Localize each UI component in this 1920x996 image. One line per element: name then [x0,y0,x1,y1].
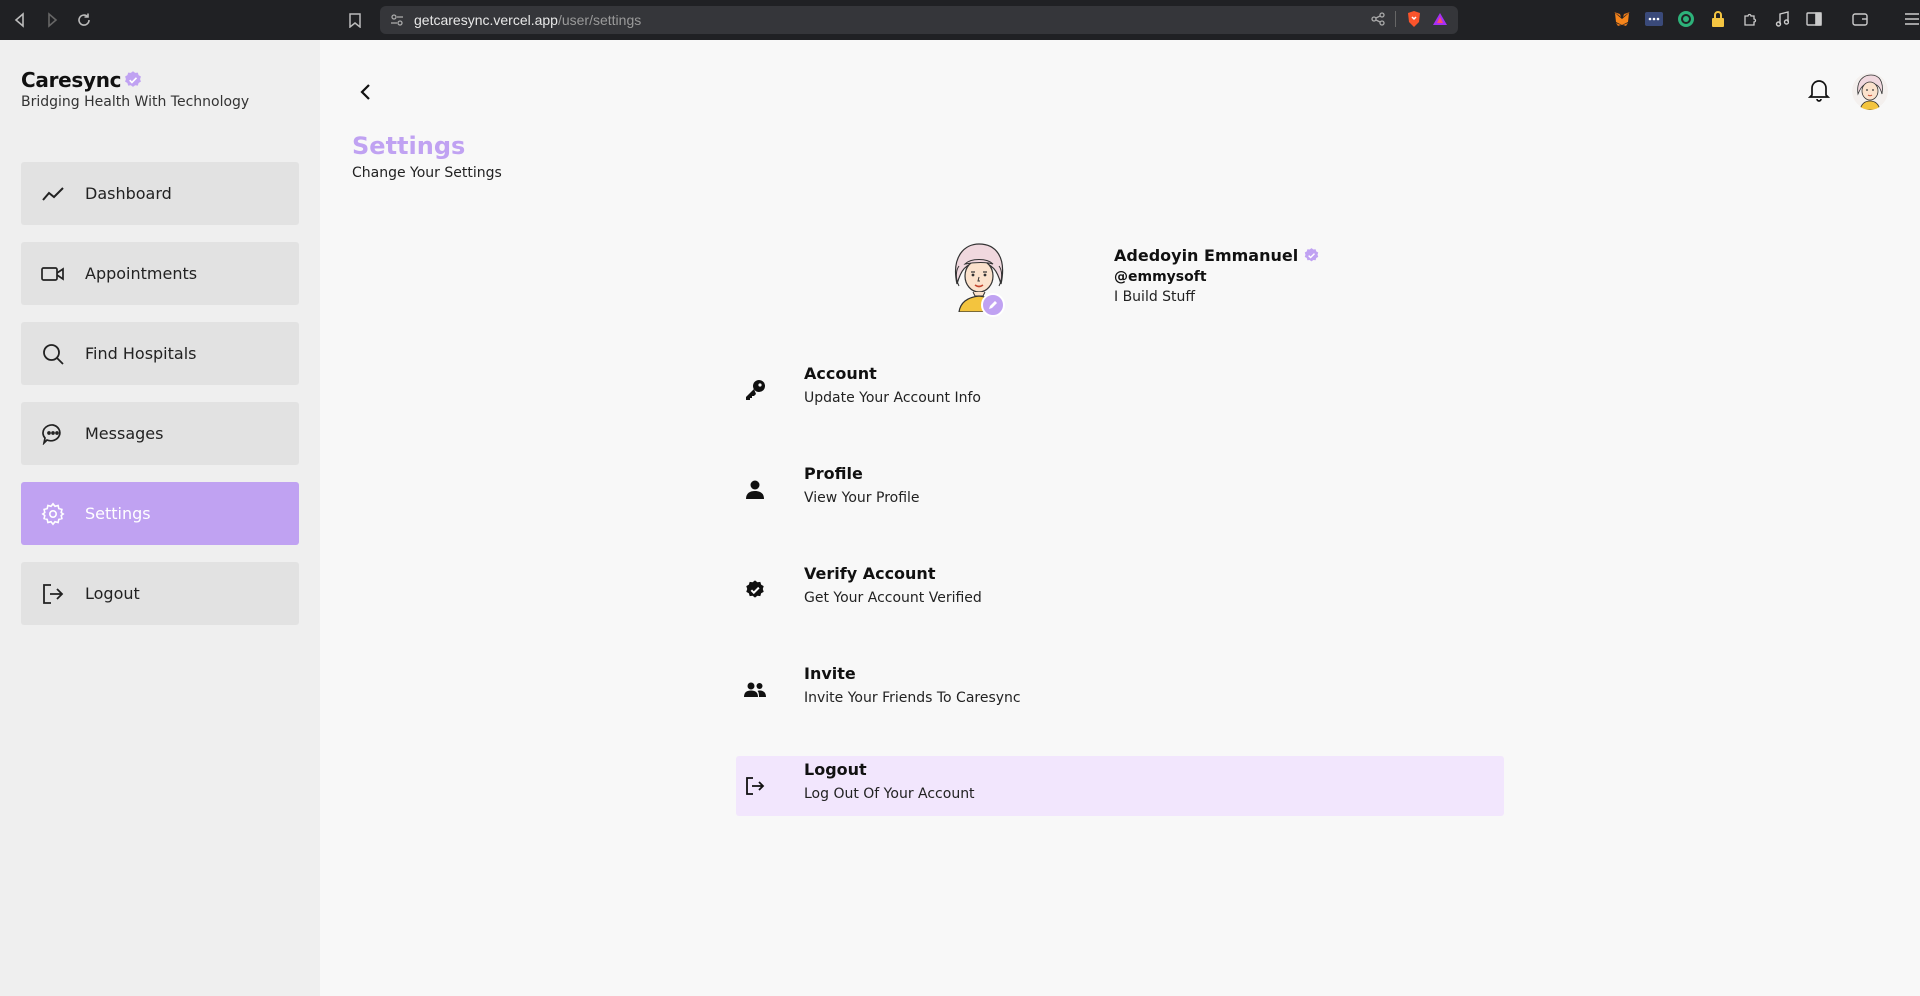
logout-icon [41,582,65,606]
gear-icon [41,502,65,526]
logout-icon [742,773,768,799]
sidebar-item-label: Find Hospitals [85,344,197,363]
url-text: getcaresync.vercel.app/user/settings [414,12,641,28]
verified-badge-icon [123,70,143,90]
verified-badge-icon [1303,247,1320,264]
sidebar-item-label: Settings [85,504,151,523]
profile-name-row: Adedoyin Emmanuel [1114,246,1320,265]
pencil-icon [987,299,999,311]
page-title: Settings [352,132,466,160]
person-icon [742,477,768,503]
site-info-icon[interactable] [390,13,404,27]
bookmark-icon[interactable] [344,10,366,30]
sidebar-item-find-hospitals[interactable]: Find Hospitals [21,322,299,385]
url-path: /user/settings [557,12,642,28]
music-icon[interactable] [1772,9,1792,29]
url-host: getcaresync.vercel.app [414,12,558,28]
settings-item-profile[interactable]: Profile View Your Profile [736,460,1504,520]
key-icon [742,377,768,403]
sidebar-item-label: Messages [85,424,164,443]
settings-item-title: Invite [804,664,856,683]
lock-extension-icon[interactable] [1708,9,1728,29]
share-icon[interactable] [1371,12,1385,26]
sidebar: Caresync Bridging Health With Technology… [0,40,320,996]
sidebar-item-label: Logout [85,584,140,603]
profile-name: Adedoyin Emmanuel [1114,246,1299,265]
profile-handle: @emmysoft [1114,269,1207,285]
chart-line-icon [41,182,65,206]
notification-bell-icon[interactable] [1806,77,1832,103]
settings-item-invite[interactable]: Invite Invite Your Friends To Caresync [736,660,1504,720]
sidebar-item-messages[interactable]: Messages [21,402,299,465]
brave-rewards-icon[interactable] [1432,11,1448,27]
browser-reload-icon[interactable] [68,0,100,40]
settings-item-title: Profile [804,464,863,483]
chat-icon [41,422,65,446]
metamask-icon[interactable] [1612,9,1632,29]
address-bar[interactable]: getcaresync.vercel.app/user/settings [380,6,1458,34]
brand-name: Caresync [21,68,122,92]
settings-item-description: Get Your Account Verified [804,590,982,606]
settings-item-description: Invite Your Friends To Caresync [804,690,1021,706]
edit-avatar-button[interactable] [981,293,1005,317]
settings-item-logout[interactable]: Logout Log Out Of Your Account [736,756,1504,816]
target-extension-icon[interactable] [1676,9,1696,29]
sidebar-item-label: Dashboard [85,184,172,203]
sidebar-item-appointments[interactable]: Appointments [21,242,299,305]
settings-item-title: Account [804,364,877,383]
sidebar-toggle-icon[interactable] [1804,9,1824,29]
settings-item-description: Log Out Of Your Account [804,786,975,802]
extensions-area [1612,9,1920,29]
url-divider [1395,11,1396,27]
page-subtitle: Change Your Settings [352,165,502,181]
people-icon [742,677,768,703]
user-avatar[interactable] [1852,72,1888,110]
settings-item-verify-account[interactable]: Verify Account Get Your Account Verified [736,560,1504,620]
brand: Caresync [21,68,143,92]
browser-forward-icon[interactable] [36,0,68,40]
settings-item-title: Logout [804,760,867,779]
settings-item-title: Verify Account [804,564,936,583]
main-content: Settings Change Your Settings Adedoyin E… [320,40,1920,996]
extension-dots-icon[interactable] [1644,9,1664,29]
puzzle-extensions-icon[interactable] [1740,9,1760,29]
profile-bio: I Build Stuff [1114,289,1196,305]
wallet-icon[interactable] [1850,9,1870,29]
brand-tagline: Bridging Health With Technology [21,94,250,110]
browser-toolbar: getcaresync.vercel.app/user/settings [0,0,1920,40]
brave-shield-icon[interactable] [1406,10,1422,28]
settings-item-account[interactable]: Account Update Your Account Info [736,360,1504,420]
sidebar-item-settings[interactable]: Settings [21,482,299,545]
browser-back-icon[interactable] [4,0,36,40]
video-icon [41,262,65,286]
back-button[interactable] [352,79,378,105]
search-icon [41,342,65,366]
verified-check-icon [742,577,768,603]
browser-menu-icon[interactable] [1902,9,1920,29]
sidebar-item-dashboard[interactable]: Dashboard [21,162,299,225]
settings-item-description: Update Your Account Info [804,390,981,406]
sidebar-item-logout[interactable]: Logout [21,562,299,625]
sidebar-item-label: Appointments [85,264,198,283]
settings-item-description: View Your Profile [804,490,920,506]
